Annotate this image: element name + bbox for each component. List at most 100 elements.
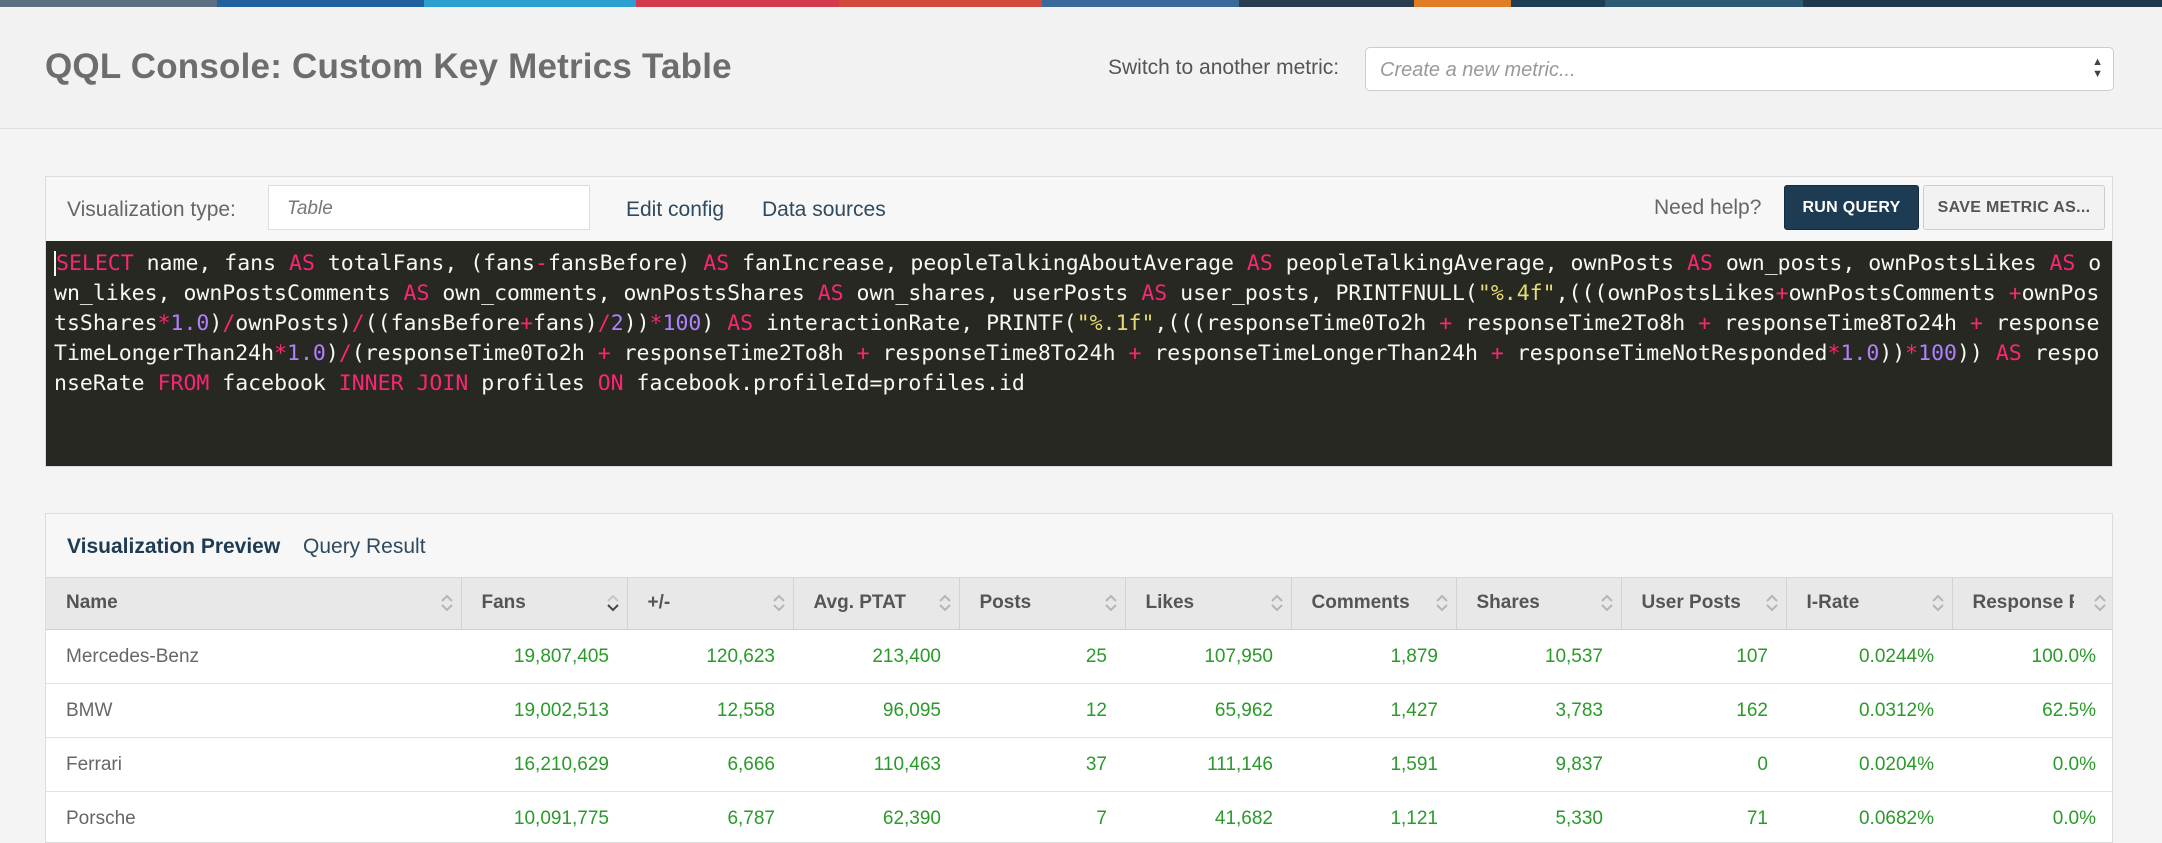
row-value-cell: 96,095: [793, 684, 959, 738]
row-value-cell: 1,879: [1291, 630, 1456, 684]
row-value-cell: 12: [959, 684, 1125, 738]
row-value-cell: 9,837: [1456, 738, 1621, 792]
column-header[interactable]: Posts: [959, 578, 1125, 630]
column-header[interactable]: Likes: [1125, 578, 1291, 630]
column-header-label: Likes: [1146, 592, 1195, 614]
row-value-cell: 1,427: [1291, 684, 1456, 738]
table-header-row: Name Fans +/- Avg. PTAT Posts Likes Comments Sh…: [46, 578, 2113, 630]
top-color-stripe: [0, 0, 2162, 7]
column-header[interactable]: Fans: [461, 578, 627, 630]
column-header-label: +/-: [648, 592, 671, 614]
table-row[interactable]: Ferrari16,210,6296,666110,46337111,1461,…: [46, 738, 2113, 792]
column-header-label: User Posts: [1642, 592, 1741, 614]
sort-icon[interactable]: [441, 593, 453, 613]
row-value-cell: 3,783: [1456, 684, 1621, 738]
visualization-type-label: Visualization type:: [67, 198, 236, 222]
row-value-cell: 12,558: [627, 684, 793, 738]
row-value-cell: 0.0204%: [1786, 738, 1952, 792]
row-value-cell: 6,666: [627, 738, 793, 792]
stripe-segment: [1803, 0, 2162, 7]
row-value-cell: 5,330: [1456, 792, 1621, 843]
row-value-cell: 0.0682%: [1786, 792, 1952, 843]
column-header[interactable]: Comments: [1291, 578, 1456, 630]
column-header-label: Name: [66, 592, 118, 614]
column-header[interactable]: +/-: [627, 578, 793, 630]
select-arrows-icon: ▲▼: [2092, 56, 2103, 80]
row-value-cell: 10,091,775: [461, 792, 627, 843]
row-value-cell: 71: [1621, 792, 1786, 843]
tab-visualization-preview[interactable]: Visualization Preview: [67, 535, 280, 559]
query-editor[interactable]: SELECT name, fans AS totalFans, (fans-fa…: [46, 241, 2112, 466]
query-toolbar: Visualization type: Table Edit config Da…: [46, 177, 2112, 241]
row-value-cell: 0.0312%: [1786, 684, 1952, 738]
row-name-cell: BMW: [46, 684, 461, 738]
column-header[interactable]: Avg. PTAT: [793, 578, 959, 630]
sort-icon[interactable]: [1766, 593, 1778, 613]
row-value-cell: 0.0244%: [1786, 630, 1952, 684]
need-help-link[interactable]: Need help?: [1654, 196, 1761, 220]
row-value-cell: 0.0%: [1952, 792, 2113, 843]
sort-icon[interactable]: [773, 593, 785, 613]
column-header[interactable]: I-Rate: [1786, 578, 1952, 630]
row-value-cell: 65,962: [1125, 684, 1291, 738]
column-header[interactable]: User Posts: [1621, 578, 1786, 630]
tab-query-result[interactable]: Query Result: [303, 535, 426, 559]
table-row[interactable]: BMW19,002,51312,55896,0951265,9621,4273,…: [46, 684, 2113, 738]
sort-icon[interactable]: [2094, 593, 2106, 613]
sort-icon[interactable]: [939, 593, 951, 613]
row-name-cell: Mercedes-Benz: [46, 630, 461, 684]
stripe-segment: [217, 0, 424, 7]
edit-config-link[interactable]: Edit config: [626, 198, 724, 222]
row-value-cell: 19,807,405: [461, 630, 627, 684]
row-name-cell: Ferrari: [46, 738, 461, 792]
column-header-label: Fans: [482, 592, 526, 614]
row-value-cell: 62,390: [793, 792, 959, 843]
row-value-cell: 7: [959, 792, 1125, 843]
row-value-cell: 19,002,513: [461, 684, 627, 738]
stripe-segment: [1414, 0, 1511, 7]
column-header[interactable]: Name: [46, 578, 461, 630]
row-value-cell: 25: [959, 630, 1125, 684]
row-value-cell: 120,623: [627, 630, 793, 684]
row-value-cell: 0: [1621, 738, 1786, 792]
page-header: QQL Console: Custom Key Metrics Table Sw…: [0, 7, 2162, 129]
row-value-cell: 41,682: [1125, 792, 1291, 843]
stripe-segment: [1239, 0, 1414, 7]
stripe-segment: [0, 0, 217, 7]
row-value-cell: 1,121: [1291, 792, 1456, 843]
column-header[interactable]: Shares: [1456, 578, 1621, 630]
row-value-cell: 1,591: [1291, 738, 1456, 792]
sort-icon[interactable]: [607, 593, 619, 613]
metric-select[interactable]: Create a new metric... ▲▼: [1365, 47, 2114, 91]
column-header-label: Shares: [1477, 592, 1540, 614]
page-title: QQL Console: Custom Key Metrics Table: [45, 47, 732, 87]
sort-icon[interactable]: [1601, 593, 1613, 613]
column-header[interactable]: Response R...: [1952, 578, 2113, 630]
save-metric-button[interactable]: SAVE METRIC AS...: [1923, 185, 2105, 230]
column-header-label: Response R...: [1973, 592, 2074, 614]
run-query-button[interactable]: RUN QUERY: [1784, 185, 1919, 230]
column-header-label: Comments: [1312, 592, 1410, 614]
sort-icon[interactable]: [1436, 593, 1448, 613]
column-header-label: I-Rate: [1807, 592, 1860, 614]
sort-icon[interactable]: [1271, 593, 1283, 613]
data-sources-link[interactable]: Data sources: [762, 198, 886, 222]
row-value-cell: 213,400: [793, 630, 959, 684]
sort-icon[interactable]: [1932, 593, 1944, 613]
row-name-cell: Porsche: [46, 792, 461, 843]
visualization-type-input[interactable]: Table: [268, 185, 590, 230]
results-panel: Visualization Preview Query Result Name F…: [45, 513, 2113, 843]
results-tabs: Visualization Preview Query Result: [46, 514, 2112, 577]
table-row[interactable]: Porsche10,091,7756,78762,390741,6821,121…: [46, 792, 2113, 843]
row-value-cell: 110,463: [793, 738, 959, 792]
stripe-segment: [1605, 0, 1803, 7]
stripe-segment: [1511, 0, 1605, 7]
table-row[interactable]: Mercedes-Benz19,807,405120,623213,40025 1…: [46, 630, 2113, 684]
sort-icon[interactable]: [1105, 593, 1117, 613]
visualization-type-placeholder: Table: [287, 198, 333, 220]
column-header-label: Avg. PTAT: [814, 592, 907, 614]
stripe-segment: [839, 0, 1042, 7]
stripe-segment: [1042, 0, 1239, 7]
switch-metric-label: Switch to another metric:: [1108, 56, 1339, 80]
results-table: Name Fans +/- Avg. PTAT Posts Likes Comments Sh…: [46, 577, 2113, 843]
